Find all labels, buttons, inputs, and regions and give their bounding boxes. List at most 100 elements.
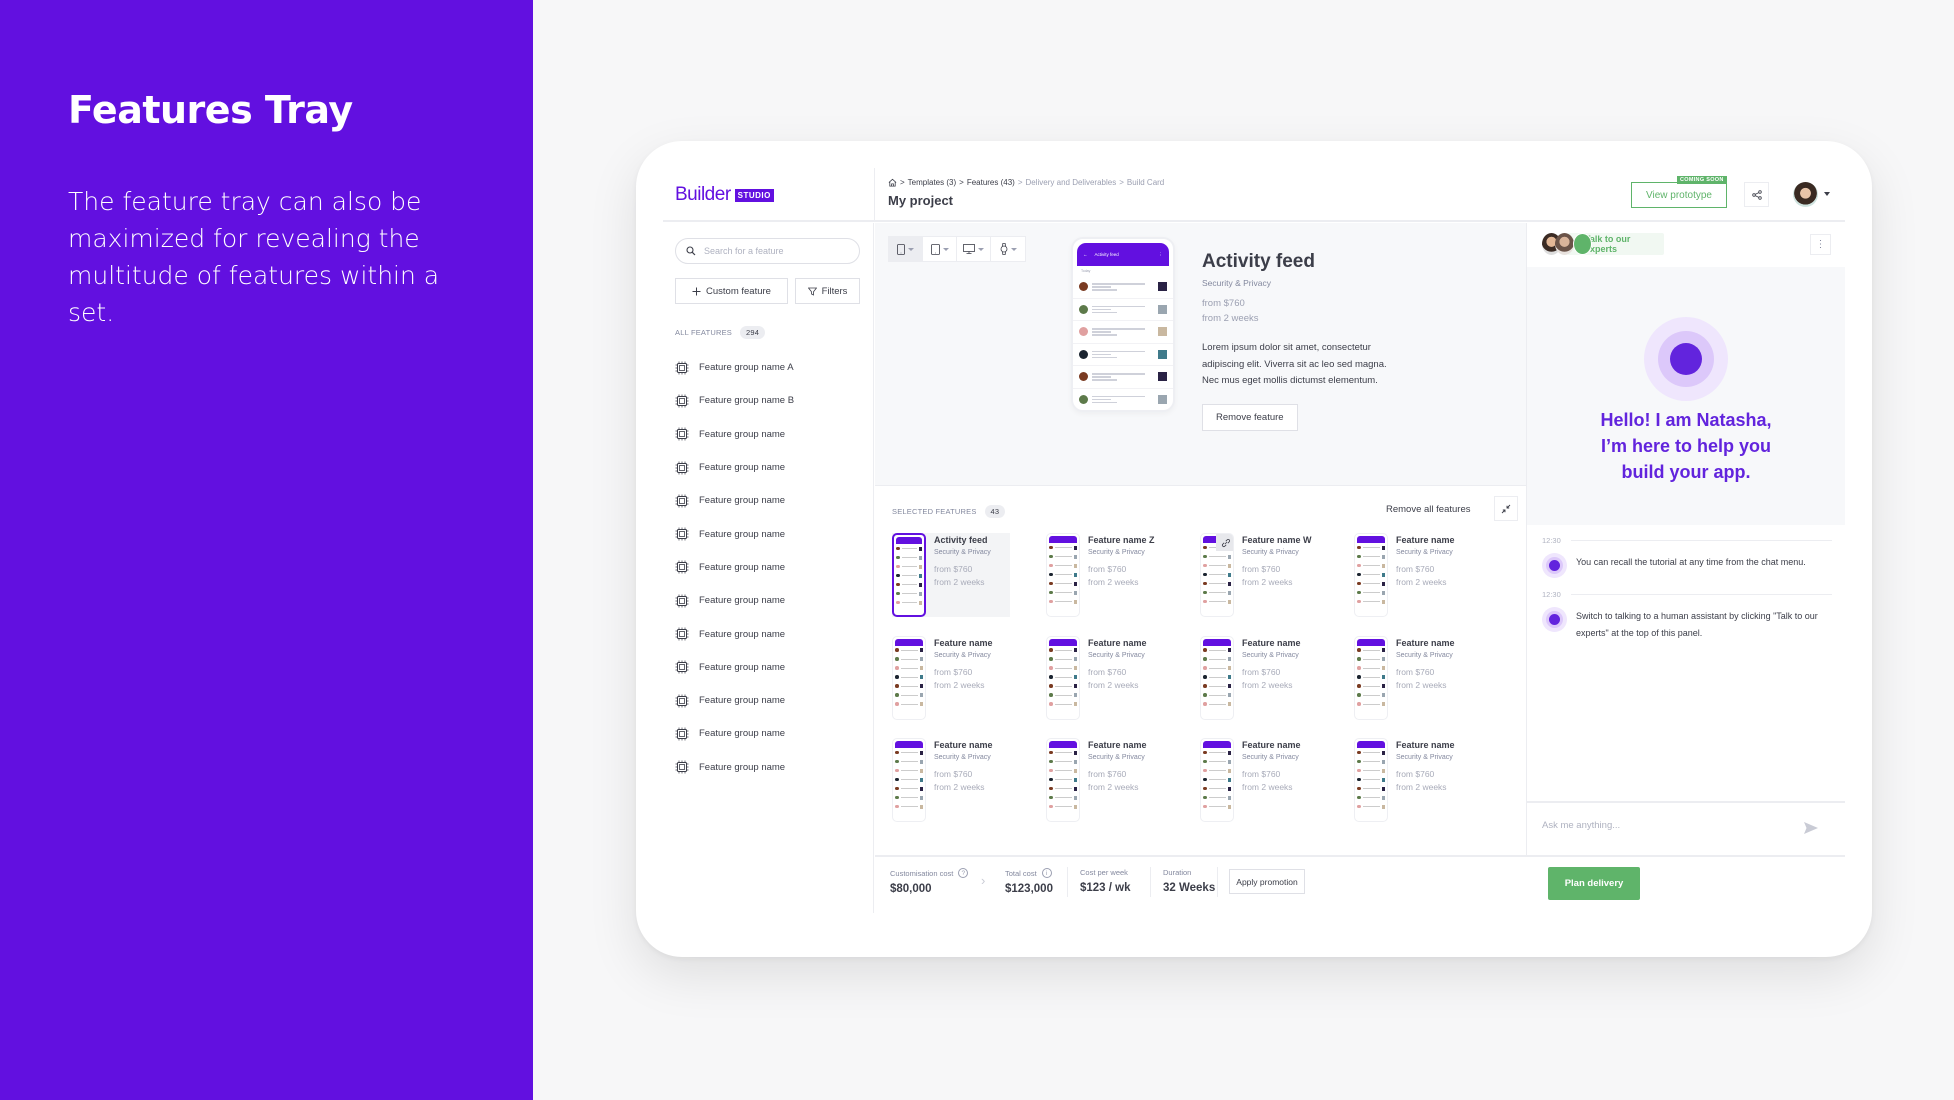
builder-logo[interactable]: Builder STUDIO — [675, 184, 774, 206]
minimize-tray-button[interactable] — [1494, 496, 1518, 521]
total-cost-value: $123,000 — [1005, 883, 1053, 895]
cost-footer: Customisation cost? $80,000 › Total cost… — [875, 855, 1845, 913]
feature-card-category: Security & Privacy — [934, 549, 991, 556]
feature-group-item[interactable]: Feature group name — [675, 684, 794, 717]
feature-group-item[interactable]: Feature group name — [675, 584, 794, 617]
feature-card[interactable]: Feature name Security & Privacy from $760 f… — [1354, 533, 1474, 617]
filters-button[interactable]: Filters — [795, 278, 860, 304]
plan-delivery-button[interactable]: Plan delivery — [1548, 867, 1640, 900]
feature-group-item[interactable]: Feature group name — [675, 451, 794, 484]
share-button[interactable] — [1744, 182, 1769, 207]
chevron-down-icon[interactable] — [1824, 192, 1830, 196]
feature-card[interactable]: Feature name Z Security & Privacy from $76… — [1046, 533, 1166, 617]
feature-group-item[interactable]: Feature group name — [675, 751, 794, 784]
device-watch-button[interactable] — [991, 237, 1025, 261]
feature-card[interactable]: Feature name Security & Privacy from $760 f… — [1354, 635, 1474, 720]
feature-group-label: Feature group name — [699, 661, 786, 673]
apply-promotion-button[interactable]: Apply promotion — [1229, 869, 1305, 894]
search-field[interactable] — [675, 238, 860, 264]
feature-card-price: from $760 — [1396, 769, 1435, 779]
feature-group-item[interactable]: Feature group name B — [675, 384, 794, 417]
feature-preview: ← Activity feed ⋮ Today Activity feed Se… — [875, 223, 1526, 486]
feed-avatar — [1079, 394, 1088, 404]
feature-group-list: Feature group name A Feature group name B… — [675, 351, 794, 784]
send-icon[interactable] — [1804, 822, 1818, 834]
feature-card[interactable]: Feature name Security & Privacy from $760 f… — [1046, 635, 1166, 720]
remove-all-features-button[interactable]: Remove all features — [1386, 504, 1470, 515]
phone-app-bar: ← Activity feed ⋮ — [1077, 243, 1169, 266]
help-icon[interactable]: ? — [958, 868, 969, 878]
feature-card[interactable]: Feature name W Security & Privacy from $76… — [1200, 533, 1320, 617]
selected-features-header: SELECTED FEATURES 43 — [892, 505, 1006, 518]
feature-card[interactable]: Activity feed Security & Privacy from $760… — [892, 533, 1010, 617]
feature-group-item[interactable]: Feature group name — [675, 517, 794, 550]
device-desktop-button[interactable] — [957, 237, 991, 261]
feature-card-duration: from 2 weeks — [1396, 782, 1447, 792]
feature-group-item[interactable]: Feature group name — [675, 651, 794, 684]
more-vertical-icon: ⋮ — [1158, 251, 1164, 257]
user-avatar[interactable] — [1793, 182, 1818, 207]
phone-today-label: Today — [1081, 269, 1091, 273]
feature-duration: from 2 weeks — [1202, 313, 1259, 324]
feature-group-item[interactable]: Feature group name — [675, 717, 794, 750]
feed-avatar — [1079, 372, 1088, 382]
view-prototype-button[interactable]: View prototype — [1631, 182, 1727, 208]
selected-features-count: 43 — [984, 505, 1006, 518]
tablet-icon — [930, 243, 940, 255]
chat-message: 12:30 You can recall the tutorial at any … — [1542, 536, 1832, 578]
feature-card[interactable]: Feature name Security & Privacy from $760 f… — [892, 635, 1012, 720]
chat-menu-button[interactable]: ⋮ — [1810, 234, 1831, 255]
remove-feature-button[interactable]: Remove feature — [1202, 403, 1298, 431]
feature-card-price: from $760 — [1242, 666, 1281, 677]
breadcrumb-delivery[interactable]: Delivery and Deliverables — [1026, 178, 1117, 187]
selected-features-grid: Activity feed Security & Privacy from $760… — [892, 533, 1508, 841]
feature-group-item[interactable]: Feature group name — [675, 484, 794, 517]
share-icon — [1751, 189, 1762, 200]
feature-card[interactable]: Feature name Security & Privacy from $760 f… — [1200, 738, 1320, 822]
feed-avatar — [1079, 304, 1088, 314]
feature-card[interactable]: Feature name Security & Privacy from $760 f… — [892, 738, 1012, 822]
custom-feature-button[interactable]: Custom feature — [675, 278, 788, 304]
feature-thumbnail — [1200, 738, 1234, 822]
all-features-count: 294 — [740, 326, 766, 339]
feature-group-label: Feature group name — [699, 561, 786, 573]
feature-thumbnail — [1354, 738, 1388, 822]
feature-thumbnail — [1200, 533, 1234, 617]
search-input[interactable] — [704, 246, 844, 256]
breadcrumb-build-card[interactable]: Build Card — [1127, 178, 1164, 187]
phone-feed-row — [1073, 389, 1173, 411]
chat-message: 12:30 Switch to talking to a human assist… — [1542, 590, 1832, 641]
feature-card[interactable]: Feature name Security & Privacy from $760 f… — [1200, 635, 1320, 720]
link-icon[interactable] — [1216, 534, 1233, 551]
duration-value: 32 Weeks — [1163, 882, 1216, 894]
feature-thumbnail — [1046, 533, 1080, 617]
feature-card[interactable]: Feature name Security & Privacy from $760 f… — [1354, 738, 1474, 822]
breadcrumb-features[interactable]: Features (43) — [967, 178, 1015, 187]
breadcrumb-templates[interactable]: Templates (3) — [908, 178, 956, 187]
feature-card-category: Security & Privacy — [1396, 754, 1453, 761]
all-features-header: ALL FEATURES 294 — [675, 326, 766, 339]
feature-group-item[interactable]: Feature group name A — [675, 351, 794, 384]
feature-group-item[interactable]: Feature group name — [675, 551, 794, 584]
chat-input[interactable] — [1542, 820, 1772, 831]
feed-avatar — [1079, 282, 1088, 292]
feed-thumbnail — [1158, 327, 1167, 337]
all-features-label: ALL FEATURES — [675, 328, 732, 337]
home-icon[interactable] — [888, 178, 897, 187]
info-icon[interactable]: i — [1041, 868, 1052, 878]
search-icon — [686, 246, 696, 256]
feature-group-label: Feature group name B — [699, 395, 795, 407]
feature-card-price: from $760 — [1396, 666, 1435, 677]
feed-thumbnail — [1158, 282, 1167, 292]
feature-group-item[interactable]: Feature group name — [675, 418, 794, 451]
chevron-down-icon — [1010, 247, 1017, 251]
natasha-greeting: Hello! I am Natasha, I’m here to help yo… — [1600, 410, 1772, 482]
feed-thumbnail — [1158, 349, 1167, 359]
footer-divider — [1150, 867, 1151, 897]
feature-card-category: Security & Privacy — [1242, 754, 1299, 761]
feature-card-price: from $760 — [1088, 769, 1127, 779]
feature-group-item[interactable]: Feature group name — [675, 617, 794, 650]
device-mobile-button[interactable] — [889, 237, 923, 261]
device-tablet-button[interactable] — [923, 237, 957, 261]
feature-card[interactable]: Feature name Security & Privacy from $760 f… — [1046, 738, 1166, 822]
